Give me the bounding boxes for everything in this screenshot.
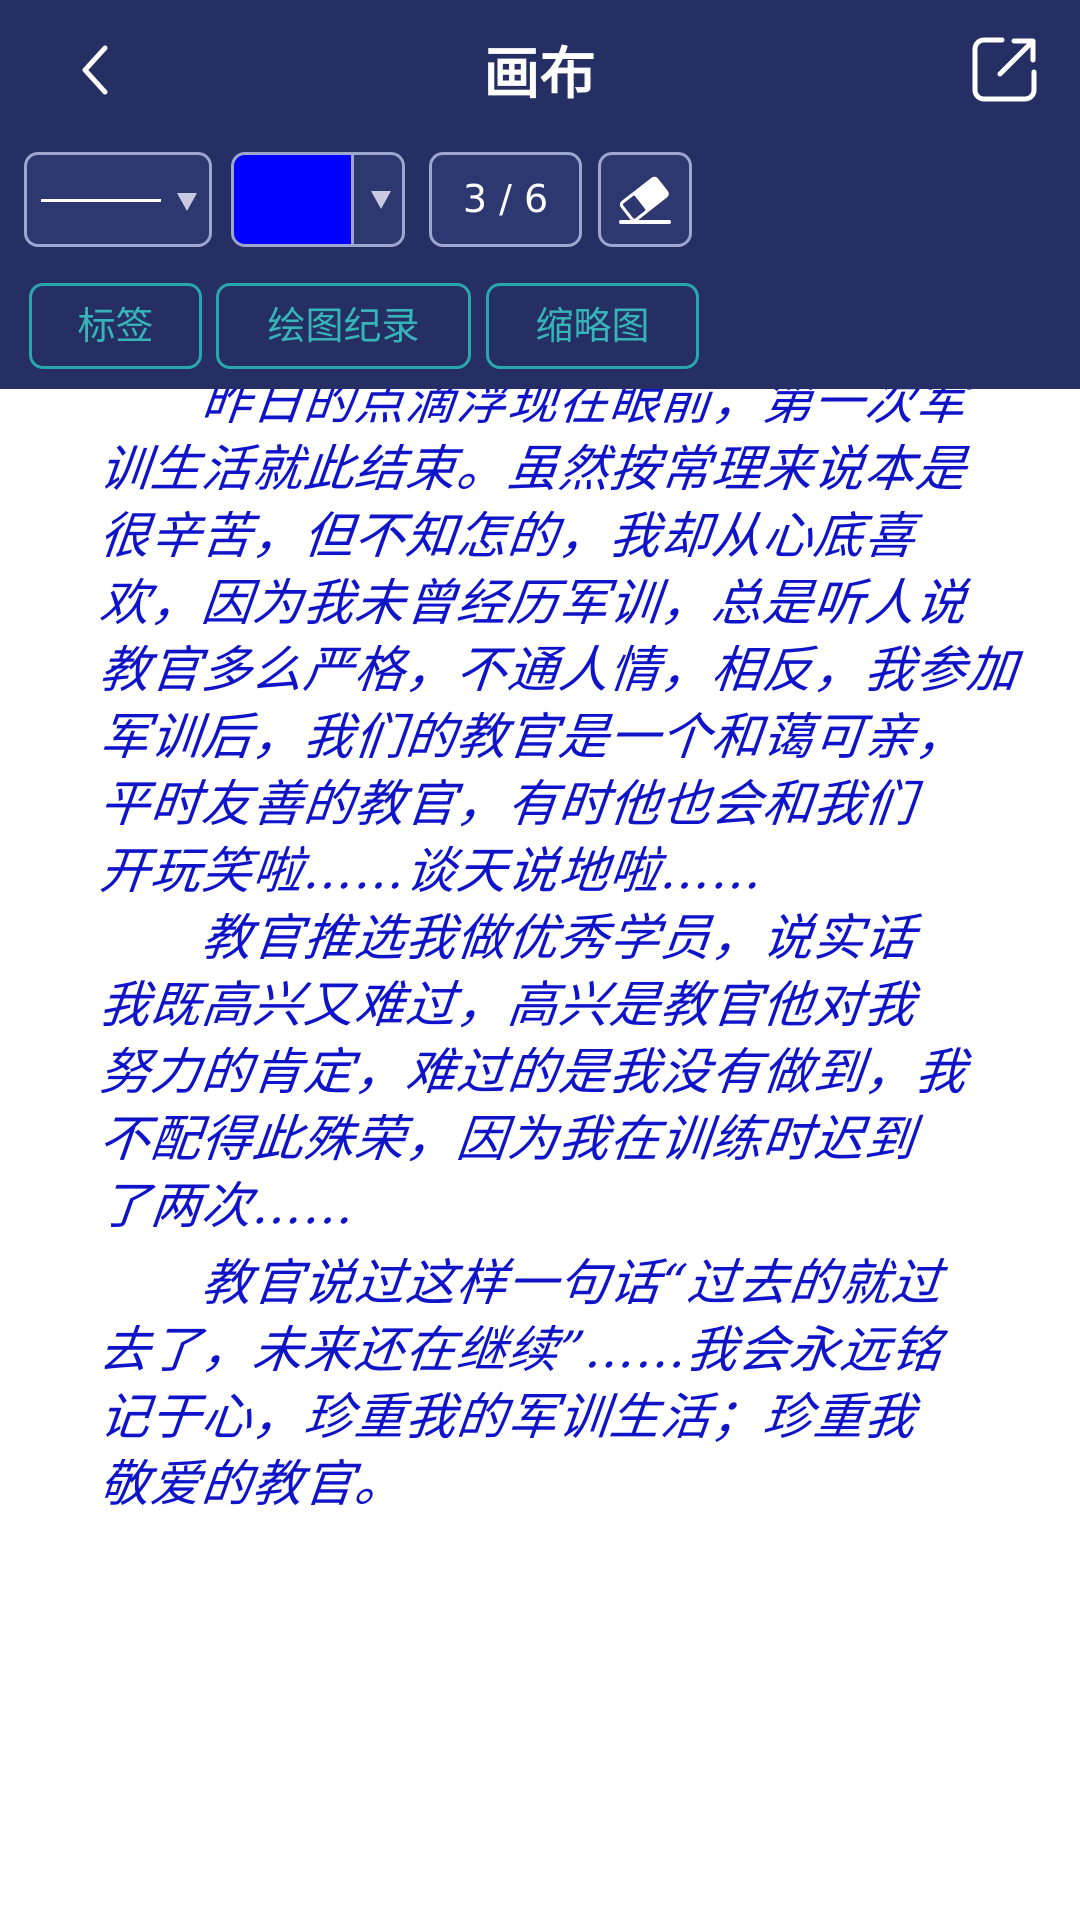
dropdown-arrow-icon	[177, 193, 197, 211]
handwriting-line: 昨日的点滴浮现在眼前，第一次军	[96, 389, 971, 431]
handwriting-line: 记于心，珍重我的军训生活；珍重我	[96, 1388, 920, 1446]
eraser-button[interactable]	[598, 152, 692, 247]
handwriting-line: 开玩笑啦……谈天说地啦……	[96, 842, 767, 900]
handwriting-line: 不配得此殊荣，因为我在训练时迟到	[96, 1110, 920, 1168]
pen-color-swatch	[234, 155, 351, 244]
handwriting-line: 敬爱的教官。	[96, 1455, 410, 1513]
tab-labels[interactable]: 标签	[29, 283, 202, 369]
dropdown-divider	[351, 155, 354, 244]
handwriting-line: 教官推选我做优秀学员，说实话	[96, 909, 920, 967]
back-button[interactable]	[60, 30, 130, 110]
handwriting-line: 了两次……	[96, 1177, 359, 1235]
line-style-dropdown[interactable]	[24, 152, 212, 247]
tab-drawing-history[interactable]: 绘图纪录	[216, 283, 471, 369]
handwriting-line: 欢，因为我未曾经历军训，总是听人说	[96, 574, 971, 632]
chevron-left-icon	[82, 45, 108, 95]
page-indicator[interactable]: 3 / 6	[429, 152, 582, 247]
app-screen: 画布 3 / 6 标签 绘图纪录 缩略图 昨日的点滴浮现在眼前，第一次军 训生活…	[0, 0, 1080, 1920]
handwriting-line: 很辛苦，但不知怎的，我却从心底喜	[96, 507, 920, 565]
dropdown-arrow-icon	[371, 191, 391, 209]
drawing-canvas[interactable]: 昨日的点滴浮现在眼前，第一次军训生活就此结束。虽然按常理来说本是 很辛苦，但不知怎…	[0, 389, 1080, 1920]
handwriting-line: 军训后，我们的教官是一个和蔼可亲，	[96, 708, 971, 766]
line-style-preview	[41, 199, 161, 202]
handwriting-line: 去了，未来还在继续”……我会永远铭	[96, 1321, 946, 1379]
page-title: 画布	[484, 42, 596, 107]
share-button[interactable]	[968, 32, 1042, 106]
handwriting-line: 平时友善的教官，有时他也会和我们	[96, 775, 920, 833]
handwriting-line: 教官多么严格，不通人情，相反，我参加	[96, 641, 1022, 699]
handwriting-line: 努力的肯定，难过的是我没有做到，我	[96, 1043, 971, 1101]
handwriting-line: 训生活就此结束。虽然按常理来说本是	[96, 440, 971, 498]
handwriting-line: 教官说过这样一句话“过去的就过	[96, 1254, 946, 1312]
top-bar: 画布 3 / 6 标签 绘图纪录 缩略图	[0, 0, 1080, 389]
handwriting-line: 我既高兴又难过，高兴是教官他对我	[96, 976, 920, 1034]
eraser-icon	[619, 176, 671, 224]
tab-thumbnails[interactable]: 缩略图	[486, 283, 699, 369]
pen-color-dropdown[interactable]	[231, 152, 405, 247]
share-external-icon	[972, 37, 1037, 102]
